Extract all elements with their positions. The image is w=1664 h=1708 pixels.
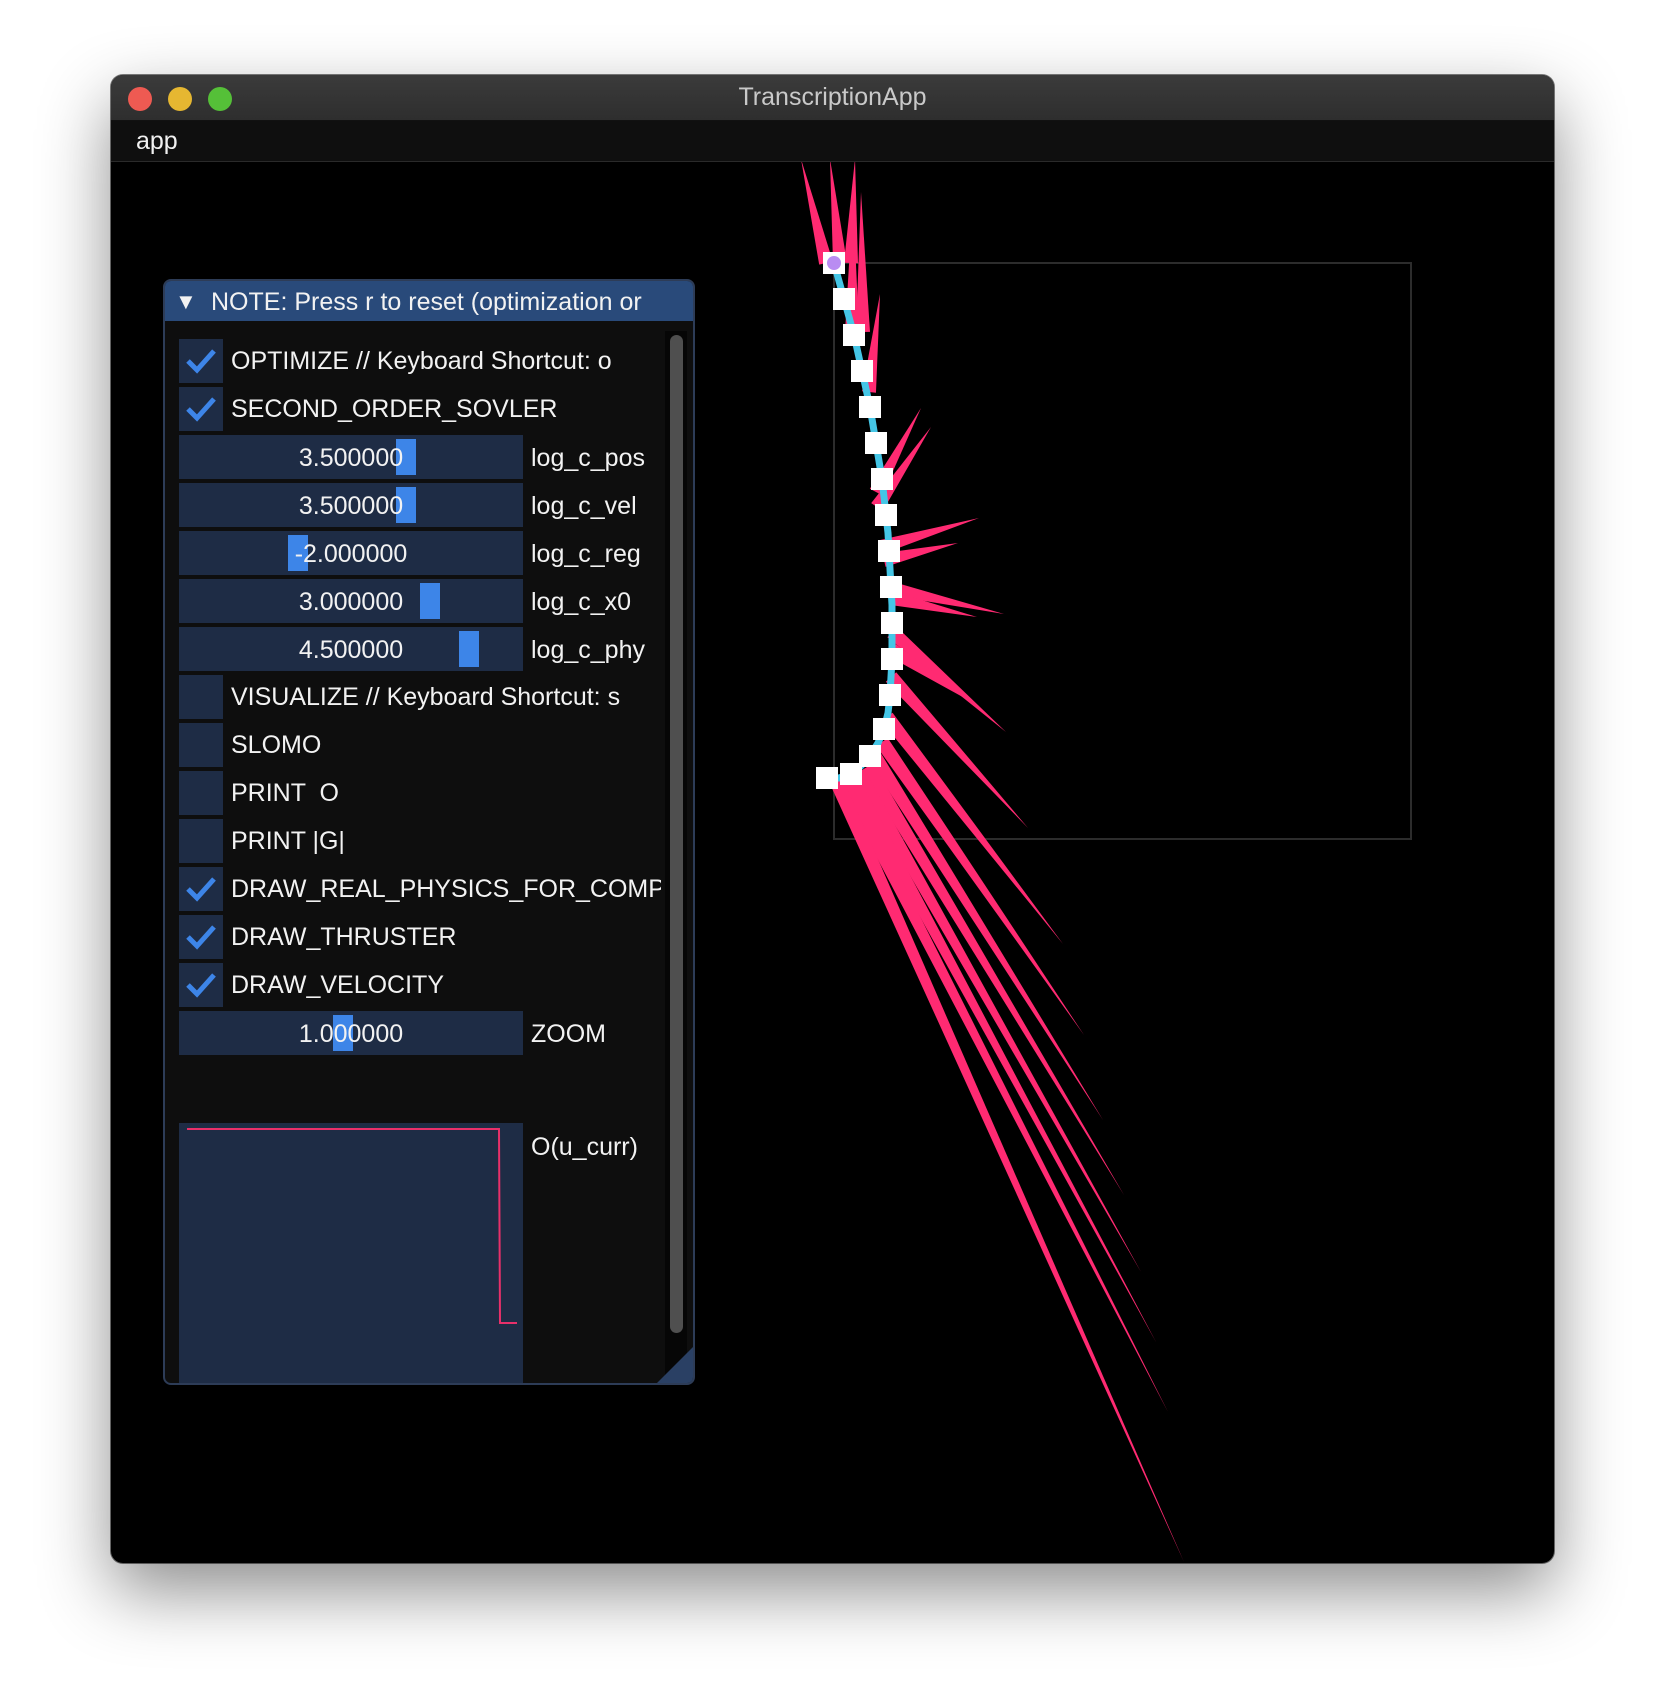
trajectory-marker <box>851 360 873 382</box>
title-bar[interactable]: TranscriptionApp <box>111 75 1554 121</box>
simulation-viewport[interactable]: ▼ NOTE: Press r to reset (optimization o… <box>111 162 1554 1563</box>
draw-velocity-toggle[interactable]: DRAW_VELOCITY <box>179 963 659 1007</box>
resize-grip[interactable] <box>657 1347 693 1383</box>
menu-item-app[interactable]: app <box>136 127 178 156</box>
thruster-spike <box>830 162 847 264</box>
checkbox[interactable] <box>179 339 223 383</box>
slider-value: 1.000000 <box>298 1020 404 1048</box>
slider-log-c-reg[interactable]: -2.000000 log_c_reg <box>179 531 659 575</box>
objective-plot <box>179 1123 523 1383</box>
trajectory-marker <box>880 576 902 598</box>
thruster-spike <box>852 770 1141 1272</box>
checkbox-label: VISUALIZE // Keyboard Shortcut: s <box>231 683 621 711</box>
checkbox-label: SLOMO <box>231 731 322 759</box>
slomo-toggle[interactable]: SLOMO <box>179 723 659 767</box>
checkbox-label: DRAW_REAL_PHYSICS_FOR_COMPARISON <box>231 875 661 903</box>
trajectory-marker <box>871 468 893 490</box>
checkbox[interactable] <box>179 387 223 431</box>
slider-log-c-pos[interactable]: 3.500000 log_c_pos <box>179 435 659 479</box>
objective-plot-line <box>187 1128 517 1324</box>
scrollbar-thumb[interactable] <box>670 335 683 1333</box>
slider-label: log_c_phy <box>531 636 645 664</box>
slider-label: log_c_pos <box>531 444 645 472</box>
thruster-spike <box>801 162 833 265</box>
slider-value: 4.500000 <box>298 636 404 664</box>
window-title: TranscriptionApp <box>738 83 927 111</box>
checkbox[interactable] <box>179 675 223 719</box>
panel-title: NOTE: Press r to reset (optimization or <box>211 288 642 316</box>
trajectory-marker <box>816 767 838 789</box>
slider-label: log_c_reg <box>531 540 641 568</box>
trajectory-marker <box>879 684 901 706</box>
trajectory-marker <box>833 288 855 310</box>
slider-log-c-phy[interactable]: 4.500000 log_c_phy <box>179 627 659 671</box>
panel-header[interactable]: ▼ NOTE: Press r to reset (optimization o… <box>165 281 693 321</box>
checkmark-icon <box>186 349 216 374</box>
trajectory-marker <box>881 648 903 670</box>
trajectory-marker <box>865 432 887 454</box>
slider-track[interactable]: -2.000000 <box>179 531 523 575</box>
collapse-triangle-icon[interactable]: ▼ <box>175 281 197 321</box>
trajectory-marker <box>859 396 881 418</box>
checkbox-label: PRINT |G| <box>231 827 345 855</box>
thruster-spike <box>836 774 1168 1412</box>
slider-label: log_c_vel <box>531 492 637 520</box>
slider-track[interactable]: 3.500000 <box>179 483 523 527</box>
trajectory-marker <box>840 763 862 785</box>
trajectory-marker <box>878 540 900 562</box>
checkbox[interactable] <box>179 819 223 863</box>
slider-log-c-x0[interactable]: 3.000000 log_c_x0 <box>179 579 659 623</box>
settings-panel[interactable]: ▼ NOTE: Press r to reset (optimization o… <box>163 279 695 1385</box>
app-window: TranscriptionApp app ▼ NOTE: Press r to … <box>111 75 1554 1563</box>
slider-track[interactable]: 3.000000 <box>179 579 523 623</box>
thruster-spike <box>828 775 1184 1562</box>
thruster-spike <box>887 626 1006 732</box>
trajectory-marker <box>873 718 895 740</box>
scrollbar[interactable] <box>665 331 687 1376</box>
slider-value: 3.500000 <box>298 444 404 472</box>
optimize-toggle[interactable]: OPTIMIZE // Keyboard Shortcut: o <box>179 339 659 383</box>
print-g-toggle[interactable]: PRINT |G| <box>179 819 659 863</box>
checkbox-label: DRAW_THRUSTER <box>231 923 457 951</box>
draw-real-physics-toggle[interactable]: DRAW_REAL_PHYSICS_FOR_COMPARISON <box>179 867 661 911</box>
slider-zoom[interactable]: 1.000000 ZOOM <box>179 1011 659 1055</box>
trajectory-marker <box>881 612 903 634</box>
slider-track[interactable]: 3.500000 <box>179 435 523 479</box>
checkbox[interactable] <box>179 867 223 911</box>
checkbox[interactable] <box>179 771 223 815</box>
slider-label: log_c_x0 <box>531 588 632 616</box>
slider-value: 3.000000 <box>298 588 404 616</box>
checkbox[interactable] <box>179 915 223 959</box>
checkbox[interactable] <box>179 963 223 1007</box>
slider-value: -2.000000 <box>294 540 408 568</box>
second-order-solver-toggle[interactable]: SECOND_ORDER_SOVLER <box>179 387 659 431</box>
checkmark-icon <box>186 877 216 902</box>
print-o-toggle[interactable]: PRINT O <box>179 771 659 815</box>
visualize-toggle[interactable]: VISUALIZE // Keyboard Shortcut: s <box>179 675 659 719</box>
menu-bar: app <box>111 121 1554 162</box>
checkmark-icon <box>186 925 216 950</box>
plot-label: O(u_curr) <box>531 1133 638 1161</box>
slider-value: 3.500000 <box>298 492 404 520</box>
slider-track[interactable]: 1.000000 <box>179 1011 523 1055</box>
slider-label: ZOOM <box>531 1020 606 1048</box>
slider-track[interactable]: 4.500000 <box>179 627 523 671</box>
trajectory-marker <box>875 504 897 526</box>
checkbox-label: SECOND_ORDER_SOVLER <box>231 395 558 423</box>
checkbox-label: DRAW_VELOCITY <box>231 971 445 999</box>
checkbox-label: PRINT O <box>231 779 339 807</box>
checkbox-label: OPTIMIZE // Keyboard Shortcut: o <box>231 347 612 375</box>
slider-log-c-vel[interactable]: 3.500000 log_c_vel <box>179 483 659 527</box>
checkmark-icon <box>186 397 216 422</box>
checkmark-icon <box>186 973 216 998</box>
checkbox[interactable] <box>179 723 223 767</box>
trajectory-marker <box>859 745 881 767</box>
goal-marker <box>827 256 841 270</box>
trajectory-marker <box>843 324 865 346</box>
draw-thruster-toggle[interactable]: DRAW_THRUSTER <box>179 915 659 959</box>
